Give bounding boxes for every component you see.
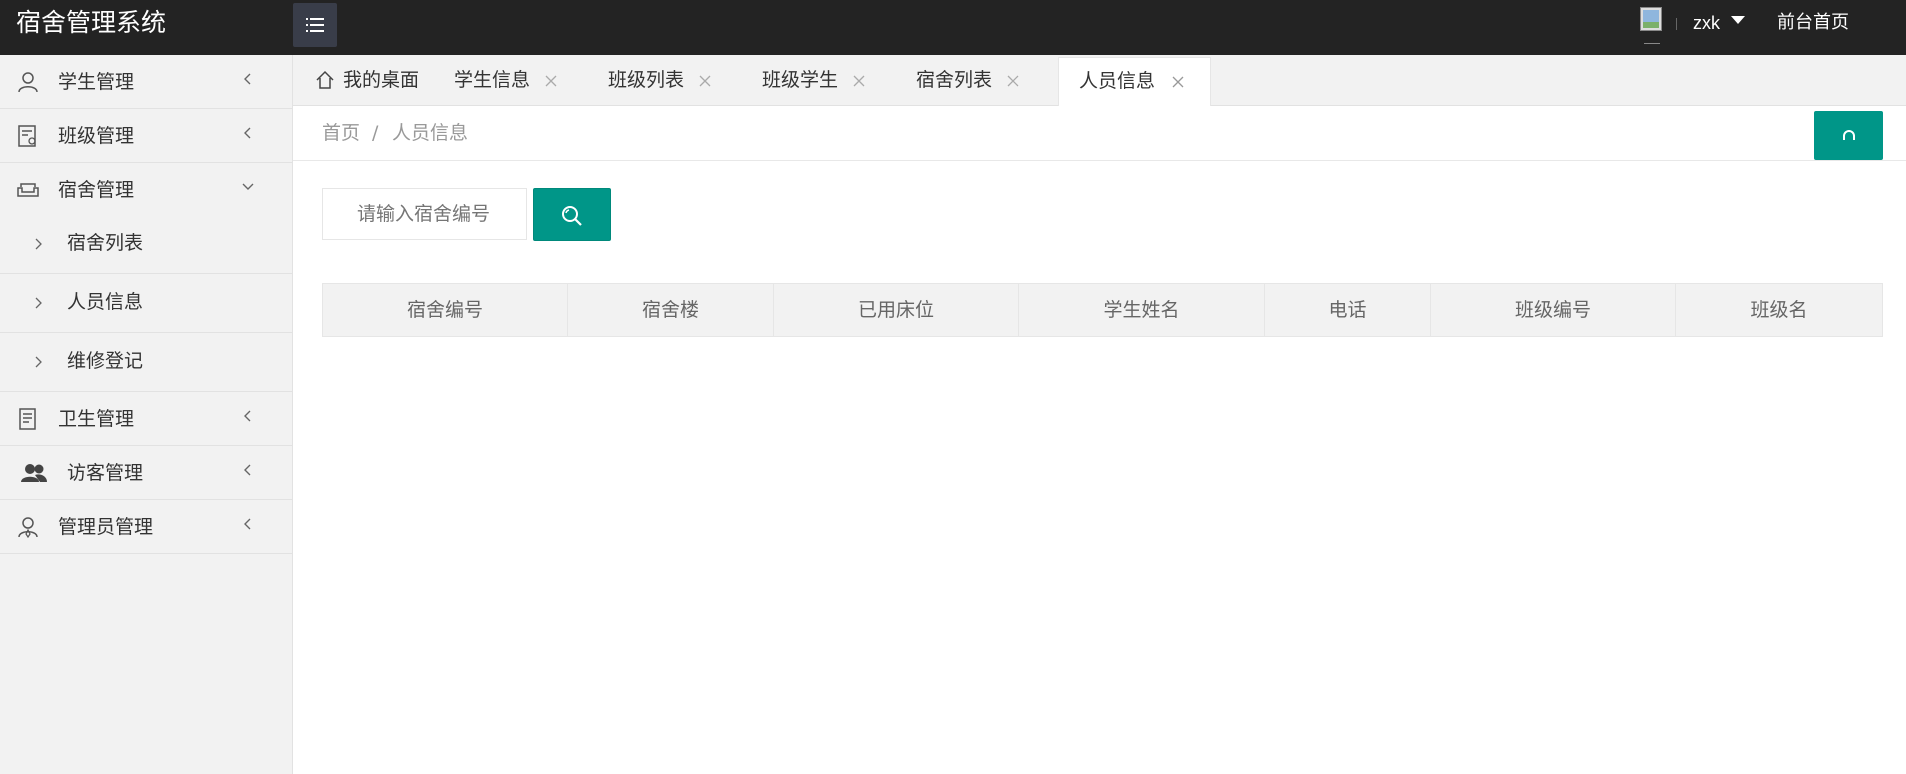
chevron-left-icon: [244, 73, 251, 85]
sidebar-item-admin[interactable]: 管理员管理: [0, 500, 292, 554]
top-header: 宿舍管理系统 zxk 前台首页: [0, 0, 1906, 55]
chevron-right-icon: [35, 356, 42, 368]
sidebar-item-label: 管理员管理: [58, 516, 154, 538]
sidebar-item-label: 宿舍管理: [58, 179, 135, 201]
chevron-left-icon: [244, 518, 251, 530]
column-header[interactable]: 宿舍编号: [323, 284, 568, 336]
sidebar-item-visitor[interactable]: 访客管理: [0, 446, 292, 500]
caret-down-icon[interactable]: [1731, 16, 1745, 24]
dorm-number-search-input[interactable]: [322, 188, 527, 240]
close-icon[interactable]: [1171, 75, 1185, 89]
tab-student-info[interactable]: 学生信息: [424, 57, 578, 106]
clipboard-icon: [19, 408, 36, 430]
broken-image-icon: [1640, 7, 1662, 31]
tab-desktop[interactable]: 我的桌面: [293, 57, 424, 106]
column-header[interactable]: 学生姓名: [1019, 284, 1265, 336]
sidebar-item-hygiene[interactable]: 卫生管理: [0, 392, 292, 446]
menu-toggle-button[interactable]: [293, 3, 337, 47]
tab-label: 人员信息: [1079, 70, 1156, 92]
tab-class-students[interactable]: 班级学生: [732, 57, 886, 106]
sidebar-item-label: 班级管理: [58, 125, 135, 147]
table-header: 宿舍编号 宿舍楼 已用床位 学生姓名 电话 班级编号 班级名: [322, 283, 1883, 337]
sidebar-item-student[interactable]: 学生管理: [0, 55, 292, 109]
chevron-down-icon: [242, 183, 254, 190]
column-header[interactable]: 宿舍楼: [568, 284, 774, 336]
app-title: 宿舍管理系统: [16, 8, 167, 37]
user-icon: [18, 72, 38, 93]
breadcrumb-current: 人员信息: [392, 122, 469, 144]
search-button[interactable]: [533, 188, 611, 241]
sidebar-subitem-dorm-list[interactable]: 宿舍列表: [0, 215, 292, 274]
sidebar-item-label: 访客管理: [67, 462, 144, 484]
chevron-left-icon: [244, 410, 251, 422]
sofa-icon: [17, 183, 39, 197]
tab-label: 宿舍列表: [916, 69, 993, 91]
username-menu[interactable]: zxk: [1693, 8, 1720, 38]
chevron-left-icon: [244, 127, 251, 139]
tab-dorm-list[interactable]: 宿舍列表: [886, 57, 1040, 106]
tab-label: 班级学生: [762, 69, 839, 91]
sidebar-subitem-label: 人员信息: [67, 291, 144, 313]
admin-icon: [18, 517, 38, 539]
column-header[interactable]: 班级名: [1676, 284, 1882, 336]
column-header[interactable]: 班级编号: [1431, 284, 1676, 336]
sidebar-subitem-label: 宿舍列表: [67, 232, 144, 254]
chevron-left-icon: [244, 464, 251, 476]
tab-bar: 我的桌面 学生信息 班级列表 班级学生 宿舍列表 人员信息: [293, 55, 1906, 106]
close-icon[interactable]: [1006, 74, 1020, 88]
tab-personnel-info[interactable]: 人员信息: [1058, 57, 1211, 106]
chevron-right-icon: [35, 297, 42, 309]
header-divider: [1676, 18, 1677, 30]
sidebar-item-label: 卫生管理: [58, 408, 135, 430]
sidebar-subitem-label: 维修登记: [67, 350, 144, 372]
tab-label: 班级列表: [608, 69, 685, 91]
search-icon: [562, 206, 582, 226]
close-icon[interactable]: [698, 74, 712, 88]
tab-class-list[interactable]: 班级列表: [578, 57, 732, 106]
sidebar-item-dorm[interactable]: 宿舍管理: [0, 163, 292, 217]
sidebar-subitem-personnel[interactable]: 人员信息: [0, 274, 292, 333]
close-icon[interactable]: [852, 74, 866, 88]
close-icon[interactable]: [544, 74, 558, 88]
column-header[interactable]: 电话: [1265, 284, 1431, 336]
column-header[interactable]: 已用床位: [774, 284, 1019, 336]
tab-label: 我的桌面: [343, 69, 420, 91]
sidebar-item-class[interactable]: 班级管理: [0, 109, 292, 163]
front-home-link[interactable]: 前台首页: [1777, 8, 1849, 38]
sidebar-subitem-repair[interactable]: 维修登记: [0, 333, 292, 392]
chevron-right-icon: [35, 238, 42, 250]
class-icon: [18, 125, 36, 147]
avatar[interactable]: [1640, 7, 1664, 45]
sidebar: 学生管理 班级管理 宿舍管理 宿舍列表 人员信息 维修登记 卫生管理 访客管理 …: [0, 55, 293, 774]
breadcrumb-separator: /: [372, 122, 379, 144]
breadcrumb-home[interactable]: 首页: [322, 119, 360, 147]
menu-icon: [306, 18, 324, 32]
refresh-icon: [1843, 130, 1855, 140]
sidebar-item-label: 学生管理: [58, 71, 135, 93]
refresh-button[interactable]: [1814, 111, 1883, 160]
home-icon: [316, 70, 334, 89]
breadcrumb: 首页 / 人员信息: [293, 106, 1906, 161]
tab-label: 学生信息: [454, 69, 531, 91]
users-icon: [21, 464, 47, 482]
